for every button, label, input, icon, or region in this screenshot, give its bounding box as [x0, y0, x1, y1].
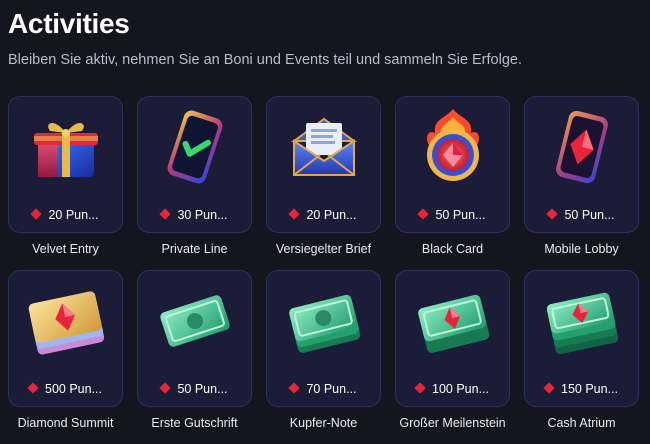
activity-card[interactable]: 30 Pun...	[137, 96, 252, 233]
points-badge: 50 Pun...	[396, 208, 509, 222]
activity-label: Erste Gutschrift	[151, 416, 238, 430]
phone-gem-icon	[540, 105, 624, 189]
gem-icon	[417, 208, 430, 220]
activity-card[interactable]: 50 Pun...	[524, 96, 639, 233]
points-badge: 150 Pun...	[525, 382, 638, 396]
activity-card[interactable]: 20 Pun...	[266, 96, 381, 233]
gem-cash-stack-icon	[540, 279, 624, 363]
activity-label: Cash Atrium	[547, 416, 616, 430]
activity-item[interactable]: 20 Pun... Versiegelter Brief	[266, 96, 381, 256]
activity-item[interactable]: 500 Pun... Diamond Summit	[8, 270, 123, 430]
page-title: Activities	[8, 8, 130, 39]
activity-label: Private Line	[161, 242, 228, 256]
activity-card[interactable]: 500 Pun...	[8, 270, 123, 407]
activity-label: Black Card	[421, 242, 484, 256]
activity-item[interactable]: 50 Pun... Erste Gutschrift	[137, 270, 252, 430]
gem-icon	[159, 382, 172, 394]
gem-icon	[30, 208, 43, 220]
points-badge: 50 Pun...	[525, 208, 638, 222]
activity-card[interactable]: 150 Pun...	[524, 270, 639, 407]
gem-icon	[288, 382, 301, 394]
activity-item[interactable]: 30 Pun... Private Line	[137, 96, 252, 256]
flame-gem-badge-icon	[411, 105, 495, 189]
points-badge: 500 Pun...	[9, 382, 122, 396]
activity-item[interactable]: 150 Pun... Cash Atrium	[524, 270, 639, 430]
banknote-stack-icon	[282, 279, 366, 363]
activity-item[interactable]: 50 Pun... Mobile Lobby	[524, 96, 639, 256]
activity-card[interactable]: 50 Pun...	[137, 270, 252, 407]
gift-box-icon	[24, 105, 108, 189]
activity-label: Velvet Entry	[32, 242, 99, 256]
page-subtitle: Bleiben Sie aktiv, nehmen Sie an Boni un…	[8, 52, 522, 68]
gem-icon	[159, 208, 172, 220]
phone-check-icon	[153, 105, 237, 189]
gem-icon	[27, 382, 39, 394]
points-badge: 100 Pun...	[396, 382, 509, 396]
activity-card[interactable]: 70 Pun...	[266, 270, 381, 407]
activity-card[interactable]: 50 Pun...	[395, 96, 510, 233]
activity-card[interactable]: 100 Pun...	[395, 270, 510, 407]
activity-label: Kupfer-Note	[289, 416, 358, 430]
points-badge: 50 Pun...	[138, 382, 251, 396]
points-badge: 30 Pun...	[138, 208, 251, 222]
activity-item[interactable]: 100 Pun... Großer Meilenstein	[395, 270, 510, 430]
activity-label: Diamond Summit	[17, 416, 114, 430]
points-badge: 20 Pun...	[9, 208, 122, 222]
envelope-icon	[282, 105, 366, 189]
gold-tickets-icon	[24, 279, 108, 363]
gem-banknotes-icon	[411, 279, 495, 363]
points-badge: 70 Pun...	[267, 382, 380, 396]
points-badge: 20 Pun...	[267, 208, 380, 222]
activity-item[interactable]: 20 Pun... Velvet Entry	[8, 96, 123, 256]
activity-label: Mobile Lobby	[544, 242, 619, 256]
activity-card[interactable]: 20 Pun...	[8, 96, 123, 233]
activity-item[interactable]: 50 Pun... Black Card	[395, 96, 510, 256]
activity-label: Großer Meilenstein	[399, 416, 506, 430]
gem-icon	[546, 208, 559, 220]
activity-label: Versiegelter Brief	[275, 242, 372, 256]
banknote-icon	[153, 279, 237, 363]
gem-icon	[288, 208, 301, 220]
activity-item[interactable]: 70 Pun... Kupfer-Note	[266, 270, 381, 430]
gem-icon	[414, 382, 426, 394]
gem-icon	[543, 382, 555, 394]
activities-grid: 20 Pun... Velvet Entry 30 Pun... Private…	[8, 96, 639, 430]
